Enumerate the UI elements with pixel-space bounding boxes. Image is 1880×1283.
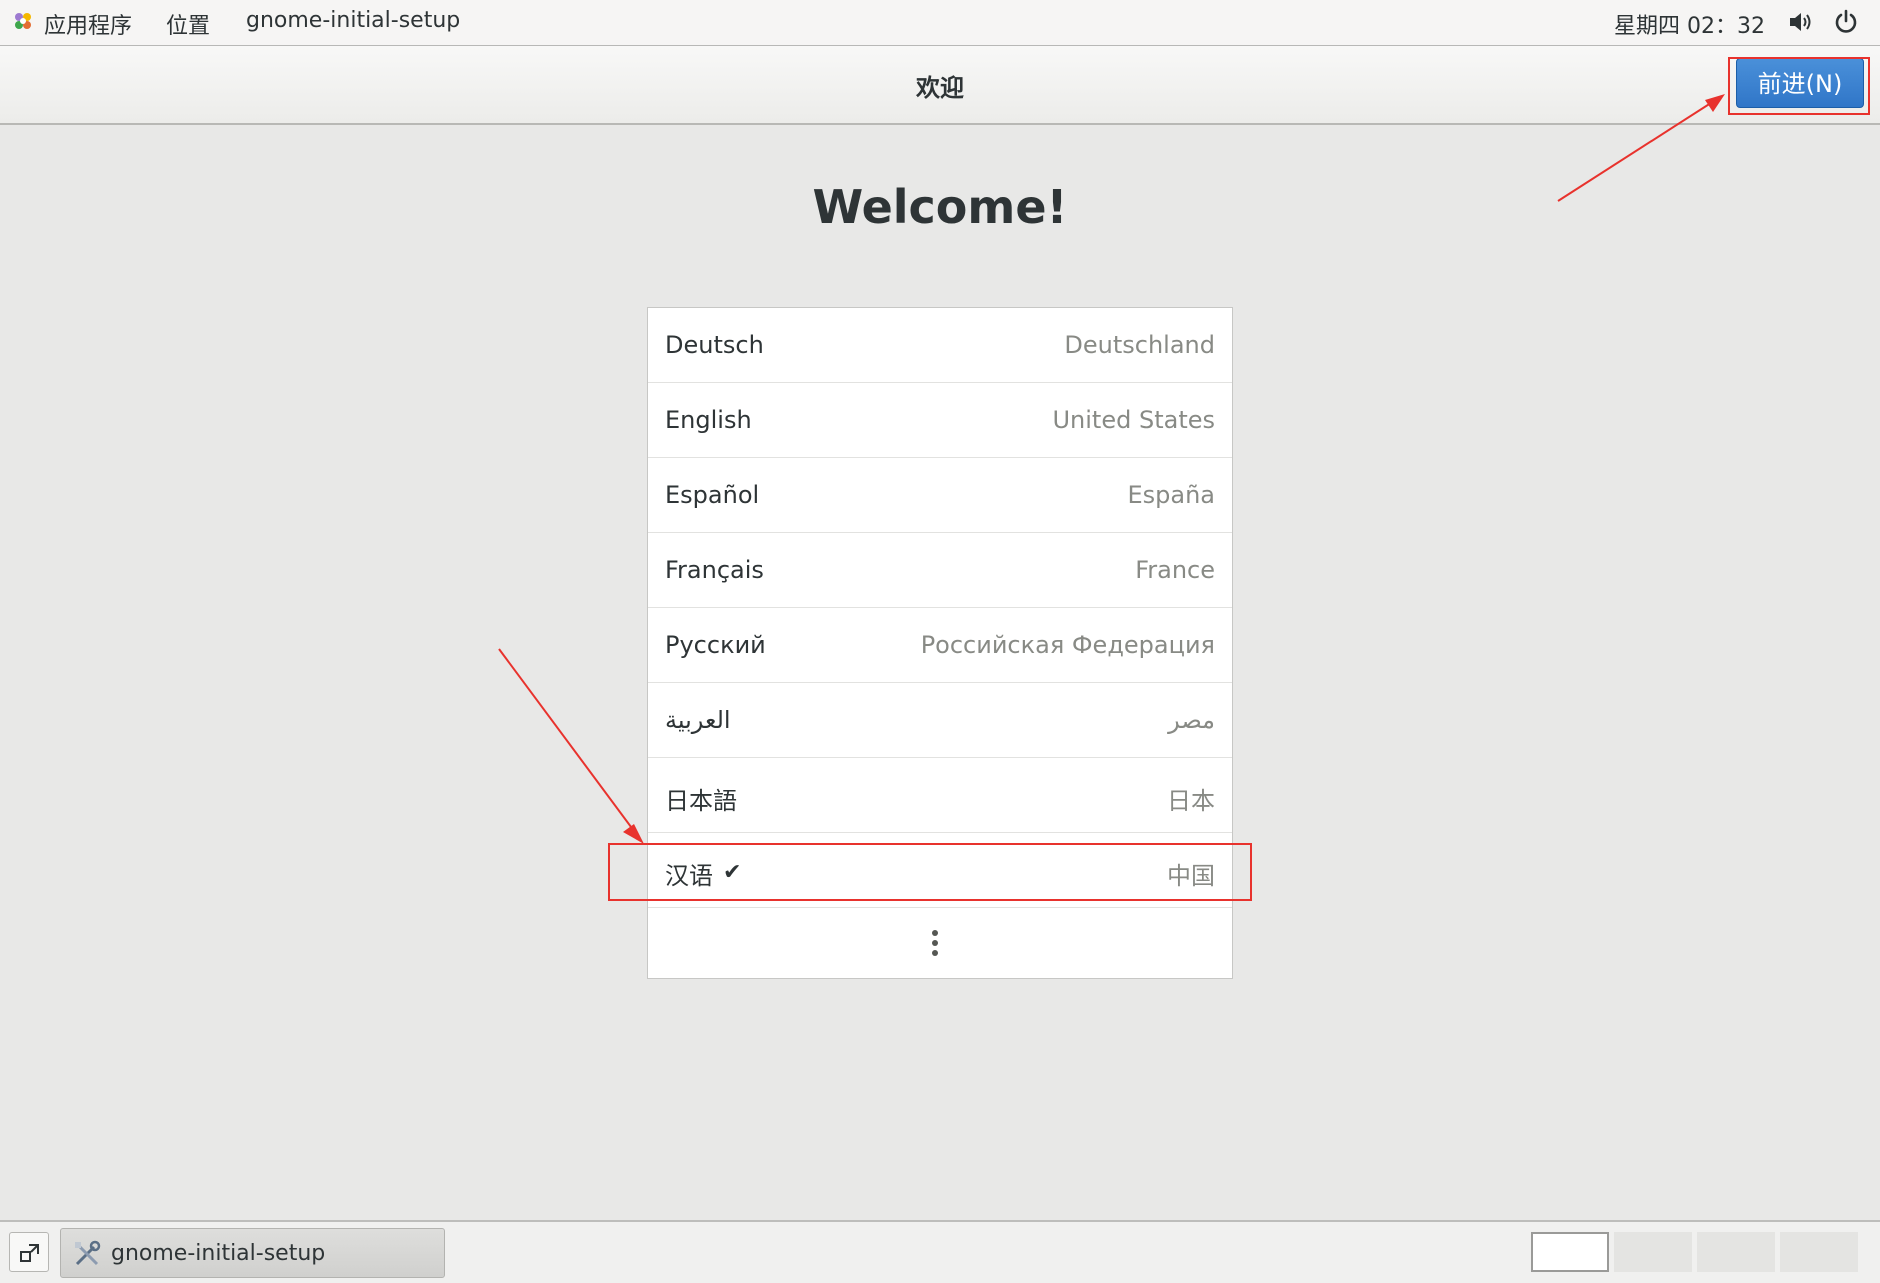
tools-icon — [75, 1240, 101, 1266]
workspace-1[interactable] — [1531, 1232, 1609, 1272]
language-name: Deutsch — [665, 331, 764, 359]
show-desktop-button[interactable] — [9, 1232, 49, 1272]
language-region: 日本 — [1167, 787, 1215, 815]
header-bar: 欢迎 前进(N) — [0, 46, 1880, 125]
language-name: العربية — [665, 706, 731, 734]
welcome-heading: Welcome! — [812, 180, 1068, 234]
language-region: Deutschland — [1064, 331, 1215, 359]
applications-icon[interactable] — [12, 10, 34, 32]
language-name: English — [665, 406, 752, 434]
language-region: United States — [1052, 406, 1215, 434]
top-panel: 应用程序 位置 gnome-initial-setup 星期四 02：32 — [0, 0, 1880, 46]
language-region: España — [1127, 481, 1215, 509]
language-name: 日本語 — [665, 787, 737, 815]
workspace-3[interactable] — [1697, 1232, 1775, 1272]
language-region: مصر — [1168, 706, 1215, 734]
active-window-title[interactable]: gnome-initial-setup — [246, 8, 460, 33]
clock[interactable]: 星期四 02：32 — [1614, 8, 1765, 40]
applications-menu[interactable]: 应用程序 — [44, 8, 132, 40]
workspace-2[interactable] — [1614, 1232, 1692, 1272]
show-desktop-icon — [20, 1244, 39, 1262]
places-menu[interactable]: 位置 — [166, 8, 210, 40]
selected-language-highlight — [608, 843, 1252, 901]
workspace-4[interactable] — [1780, 1232, 1858, 1272]
power-icon[interactable] — [1833, 9, 1859, 35]
more-vertical-icon — [932, 930, 940, 960]
language-region: France — [1135, 556, 1215, 584]
language-row-francais[interactable]: Français France — [648, 533, 1232, 608]
more-languages-button[interactable] — [648, 908, 1232, 978]
language-row-russian[interactable]: Русский Российская Федерация — [648, 608, 1232, 683]
taskbar-window-button[interactable]: gnome-initial-setup — [60, 1228, 445, 1278]
next-button-highlight — [1728, 57, 1870, 115]
language-row-japanese[interactable]: 日本語 日本 — [648, 758, 1232, 833]
language-name: Français — [665, 556, 764, 584]
language-row-espanol[interactable]: Español España — [648, 458, 1232, 533]
page-title: 欢迎 — [916, 74, 964, 102]
language-row-english[interactable]: English United States — [648, 383, 1232, 458]
language-name: Español — [665, 481, 760, 509]
main-content: Welcome! Deutsch Deutschland English Uni… — [0, 125, 1880, 1220]
language-name: Русский — [665, 631, 766, 659]
volume-icon[interactable] — [1788, 10, 1814, 34]
language-row-deutsch[interactable]: Deutsch Deutschland — [648, 308, 1232, 383]
language-row-arabic[interactable]: العربية مصر — [648, 683, 1232, 758]
taskbar-window-label: gnome-initial-setup — [111, 1241, 326, 1266]
language-region: Российская Федерация — [920, 631, 1215, 659]
bottom-panel: gnome-initial-setup — [0, 1220, 1880, 1283]
